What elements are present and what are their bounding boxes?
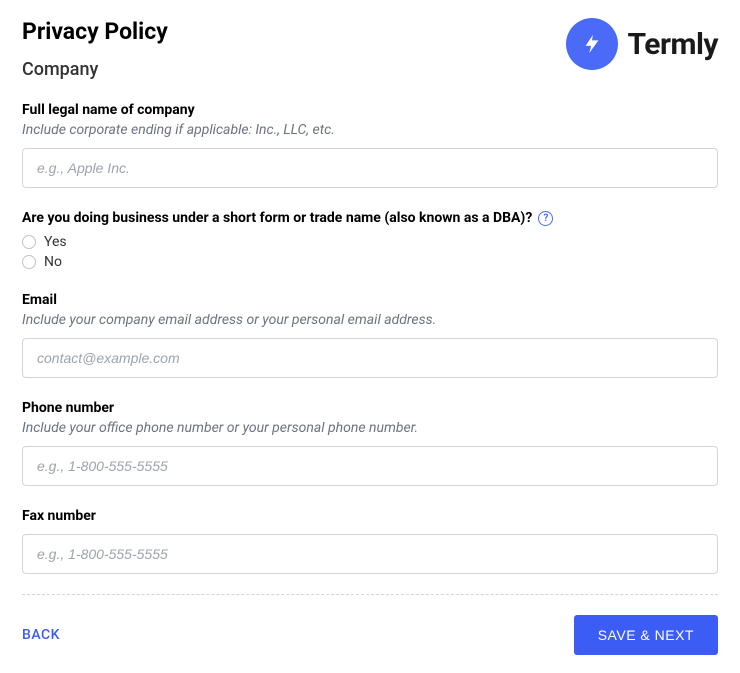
fax-label: Fax number xyxy=(22,508,718,524)
company-name-label: Full legal name of company xyxy=(22,102,718,118)
page-title: Privacy Policy xyxy=(22,18,168,45)
help-icon[interactable]: ? xyxy=(538,211,553,226)
lightning-icon xyxy=(566,18,618,70)
divider xyxy=(22,594,718,595)
phone-hint: Include your office phone number or your… xyxy=(22,420,718,436)
section-title: Company xyxy=(22,59,168,80)
dba-radio-no-label: No xyxy=(44,254,62,270)
dba-radio-no[interactable] xyxy=(22,255,36,269)
email-hint: Include your company email address or yo… xyxy=(22,312,718,328)
fax-input[interactable] xyxy=(22,534,718,574)
brand-logo: Termly xyxy=(566,18,718,70)
brand-name: Termly xyxy=(628,27,718,62)
company-name-input[interactable] xyxy=(22,148,718,188)
company-name-hint: Include corporate ending if applicable: … xyxy=(22,122,718,138)
email-input[interactable] xyxy=(22,338,718,378)
save-next-button[interactable]: SAVE & NEXT xyxy=(574,615,718,655)
dba-radio-yes[interactable] xyxy=(22,235,36,249)
dba-question-label: Are you doing business under a short for… xyxy=(22,210,532,226)
dba-radio-yes-label: Yes xyxy=(44,234,67,250)
phone-label: Phone number xyxy=(22,400,718,416)
back-button[interactable]: BACK xyxy=(22,627,60,643)
phone-input[interactable] xyxy=(22,446,718,486)
email-label: Email xyxy=(22,292,718,308)
